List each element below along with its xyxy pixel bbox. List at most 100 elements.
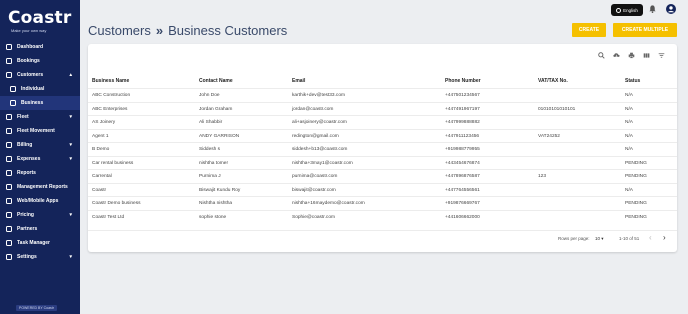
sidebar-item-management-reports[interactable]: Management Reports	[0, 180, 80, 194]
pricing-icon	[6, 212, 12, 218]
table-cell: ali+asjoinery@coastr.com	[292, 120, 347, 125]
sidebar-item-label: Management Reports	[17, 184, 68, 190]
column-header-phone-number[interactable]: Phone Number	[445, 74, 481, 88]
fleet-movement-icon	[6, 128, 12, 134]
sidebar-item-fleet-movement[interactable]: Fleet Movement	[0, 124, 80, 138]
table-cell: sophie stone	[199, 214, 227, 220]
search-icon[interactable]	[598, 52, 605, 59]
table-row[interactable]: Coastr Demo business Nishtha nishtha nisht…	[88, 196, 677, 210]
sidebar-nav: Dashboard Bookings Customers ▴ Individual Bus…	[0, 40, 80, 264]
table-cell: PENDING	[625, 174, 647, 179]
table-cell: +919988779955	[445, 147, 480, 152]
logo-text: Coastr	[8, 8, 72, 28]
table-row[interactable]: Agent 1 ANDY GARRISON redington@gmail.com +…	[88, 128, 677, 143]
bookings-icon	[6, 58, 12, 64]
sidebar-item-settings[interactable]: Settings ▾	[0, 250, 80, 264]
sidebar-item-label: Individual	[21, 86, 45, 92]
table-cell: PENDING	[625, 160, 647, 166]
table-row[interactable]: Carrental Purnima J purnima@coastr.com +447…	[88, 169, 677, 183]
task-manager-icon	[6, 240, 12, 246]
table-cell: N/A	[625, 93, 633, 98]
sidebar-item-label: Pricing	[17, 212, 34, 218]
bell-icon[interactable]	[648, 4, 657, 14]
table-toolbar	[598, 52, 665, 59]
table-row[interactable]: B Demo Siddesh s siddesh+b13@coastr.com +91…	[88, 142, 677, 156]
user-icon[interactable]	[666, 4, 676, 14]
table-cell: Carrental	[92, 174, 112, 179]
sidebar-item-expenses[interactable]: Expenses ▾	[0, 152, 80, 166]
column-header-email[interactable]: Email	[292, 74, 305, 88]
table-row[interactable]: ABC Construction John Doe karthik+dev@test…	[88, 88, 677, 102]
chevron-down-icon: ▾	[69, 254, 72, 260]
table-cell: redington@gmail.com	[292, 133, 339, 139]
table-cell: ABC Construction	[92, 93, 131, 98]
column-header-status[interactable]: Status	[625, 74, 640, 88]
sidebar-item-pricing[interactable]: Pricing ▾	[0, 208, 80, 222]
sidebar-item-business[interactable]: Business	[0, 96, 80, 110]
table-row[interactable]: Coastr Biswajit Kundu Roy biswajit@coastr.…	[88, 182, 677, 197]
sidebar-item-partners[interactable]: Partners	[0, 222, 80, 236]
table-cell: Coastr Demo business	[92, 201, 141, 206]
sidebar-item-customers[interactable]: Customers ▴	[0, 68, 80, 82]
caret-down-icon: ▾	[601, 236, 604, 241]
table-cell: Coastr	[92, 187, 107, 193]
download-icon[interactable]	[613, 52, 620, 59]
table-row[interactable]: ABC Enterprises Jordan Graham jordan@coast…	[88, 101, 677, 116]
chevron-left-icon[interactable]: ‹	[649, 233, 652, 242]
pagination-range: 1-10 of 51	[619, 236, 640, 241]
billing-icon	[6, 142, 12, 148]
column-header-vat-tax-no-[interactable]: VAT/TAX No.	[538, 74, 568, 88]
table-cell: PENDING	[625, 201, 647, 206]
chevron-down-icon: ▾	[69, 212, 72, 218]
chevron-down-icon: ▾	[69, 142, 72, 148]
rows-per-page-value: 10	[595, 236, 601, 241]
table-cell: Ali Shabbir	[199, 120, 223, 125]
customers-icon	[6, 72, 12, 78]
rows-per-page-label: Rows per page:	[558, 236, 590, 241]
sidebar-item-dashboard[interactable]: Dashboard	[0, 40, 80, 54]
column-header-business-name[interactable]: Business Name	[92, 74, 129, 88]
sidebar-item-bookings[interactable]: Bookings	[0, 54, 80, 68]
sidebar-item-fleet[interactable]: Fleet ▾	[0, 110, 80, 124]
expenses-icon	[6, 156, 12, 162]
sidebar-item-reports[interactable]: Reports	[0, 166, 80, 180]
logo-tagline: Make your own way	[11, 28, 47, 33]
sidebar-item-web-mobile-apps[interactable]: Web/Mobile Apps	[0, 194, 80, 208]
table-cell: Purnima J	[199, 174, 221, 179]
chevron-right-icon[interactable]: ›	[663, 233, 666, 242]
dashboard-icon	[6, 44, 12, 50]
table-cell: N/A	[625, 147, 633, 152]
chevron-down-icon: ▾	[69, 156, 72, 162]
table-cell: biswajit@coastr.com	[292, 187, 336, 193]
language-button[interactable]: English	[611, 4, 643, 16]
sidebar-item-task-manager[interactable]: Task Manager	[0, 236, 80, 250]
create-button[interactable]: CREATE	[572, 23, 606, 37]
table-cell: VAT24252	[538, 133, 560, 139]
table-cell: nishtha tomer	[199, 160, 229, 166]
table-cell: +447911123456	[445, 133, 480, 139]
sidebar-item-billing[interactable]: Billing ▾	[0, 138, 80, 152]
globe-icon	[616, 7, 622, 13]
partners-icon	[6, 226, 12, 232]
filter-icon[interactable]	[658, 52, 665, 59]
sidebar-item-individual[interactable]: Individual	[0, 82, 80, 96]
table-row[interactable]: Coastr Test Ltd sophie stone Sophie@coastr…	[88, 209, 677, 224]
logo[interactable]: Coastr Make your own way	[8, 8, 72, 33]
create-multiple-button[interactable]: CREATE MULTIPLE	[613, 23, 677, 37]
sidebar-item-label: Reports	[17, 170, 36, 176]
columns-icon[interactable]	[643, 52, 650, 59]
column-header-contact-name[interactable]: Contact Name	[199, 74, 233, 88]
table-cell: John Doe	[199, 93, 220, 98]
breadcrumb-customers[interactable]: Customers	[88, 23, 151, 38]
print-icon[interactable]	[628, 52, 635, 59]
sidebar-item-label: Billing	[17, 142, 33, 148]
apps-icon	[6, 198, 12, 204]
table-cell: Siddesh s	[199, 147, 221, 152]
table-cell: +447999888882	[445, 120, 480, 125]
table-cell: PENDING	[625, 214, 647, 220]
settings-icon	[6, 254, 12, 260]
table-row[interactable]: Car rental business nishtha tomer nishtha+…	[88, 155, 677, 170]
table-cell: Car rental business	[92, 160, 134, 166]
rows-per-page-select[interactable]: 10 ▾	[595, 236, 604, 242]
table-row[interactable]: AS Joinery Ali Shabbir ali+asjoinery@coast…	[88, 115, 677, 129]
